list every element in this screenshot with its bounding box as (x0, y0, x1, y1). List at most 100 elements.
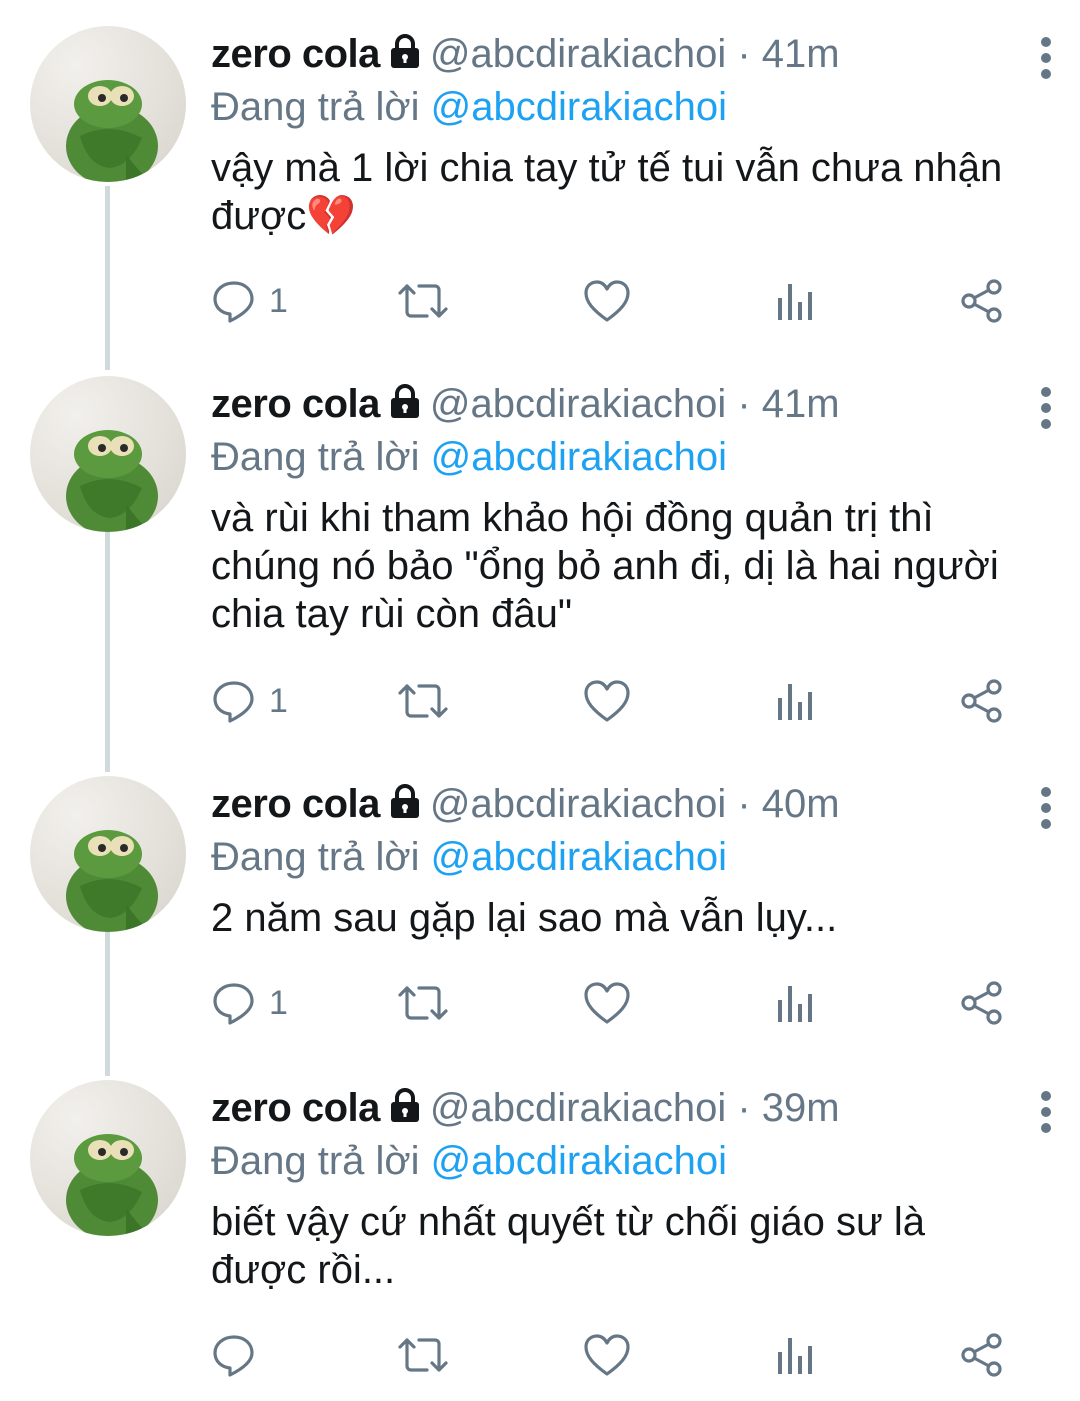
mention-link[interactable]: @abcdirakiachoi (431, 1139, 727, 1183)
kermit-avatar-image (66, 1134, 158, 1236)
share-button[interactable] (959, 276, 1005, 326)
reply-count: 1 (269, 983, 288, 1022)
reply-count: 1 (269, 681, 288, 720)
share-icon (961, 1333, 1002, 1377)
replying-to: Đang trả lời @abcdirakiachoi (211, 1136, 1041, 1186)
tweet-text-line: được rồi... (211, 1248, 396, 1292)
retweet-button[interactable] (397, 276, 449, 326)
more-vertical-icon[interactable] (1026, 34, 1066, 82)
avatar[interactable] (30, 1080, 186, 1236)
retweet-icon (398, 284, 448, 318)
kermit-avatar-image (66, 430, 158, 532)
thread-line (105, 186, 110, 370)
reply-button[interactable]: 1 (211, 676, 288, 726)
thread-line (105, 532, 110, 772)
retweet-icon (398, 684, 448, 718)
share-icon (961, 981, 1002, 1025)
tweet-header: zero cola @abcdirakiachoi · 41m (211, 26, 1041, 82)
like-button[interactable] (583, 676, 631, 726)
tweet-text: và rùi khi tham khảo hội đồng quản trị t… (211, 494, 1041, 638)
timestamp[interactable]: 39m (762, 1086, 840, 1130)
replying-to: Đang trả lời @abcdirakiachoi (211, 82, 1041, 132)
user-handle[interactable]: @abcdirakiachoi (430, 782, 726, 826)
kermit-avatar-image (66, 830, 158, 932)
share-button[interactable] (959, 978, 1005, 1028)
user-handle[interactable]: @abcdirakiachoi (430, 382, 726, 426)
tweet-text-line: và rùi khi tham khảo hội đồng quản trị t… (211, 496, 934, 540)
reply-icon (213, 983, 254, 1025)
tweet-text-line: chúng nó bảo "ổng bỏ anh đi, dị là hai n… (211, 544, 999, 588)
analytics-button[interactable] (775, 676, 815, 726)
replying-prefix: Đang trả lời (211, 435, 420, 479)
retweet-button[interactable] (397, 676, 449, 726)
tweet-actions (211, 1330, 1031, 1380)
mention-link[interactable]: @abcdirakiachoi (431, 85, 727, 129)
replying-prefix: Đang trả lời (211, 1139, 420, 1183)
lock-icon (386, 1084, 424, 1140)
tweet-text-line: chia tay rùi còn đâu" (211, 592, 573, 636)
tweet-header: zero cola @abcdirakiachoi · 39m (211, 1080, 1041, 1136)
tweet-text-line: được💔 (211, 194, 357, 238)
retweet-button[interactable] (397, 1330, 449, 1380)
reply-button[interactable] (211, 1330, 269, 1380)
heart-icon (584, 280, 630, 322)
tweet-actions: 1 (211, 978, 1031, 1028)
avatar[interactable] (30, 376, 186, 532)
analytics-button[interactable] (775, 276, 815, 326)
replying-to: Đang trả lời @abcdirakiachoi (211, 432, 1041, 482)
analytics-icon (778, 1338, 812, 1374)
display-name[interactable]: zero cola (211, 782, 380, 826)
analytics-button[interactable] (775, 978, 815, 1028)
separator-dot: · (737, 382, 751, 426)
analytics-button[interactable] (775, 1330, 815, 1380)
retweet-icon (398, 986, 448, 1020)
avatar[interactable] (30, 26, 186, 182)
retweet-icon (398, 1338, 448, 1372)
thread-line (105, 932, 110, 1076)
like-button[interactable] (583, 276, 631, 326)
lock-icon (386, 380, 424, 436)
reply-button[interactable]: 1 (211, 978, 288, 1028)
user-handle[interactable]: @abcdirakiachoi (430, 1086, 726, 1130)
replying-to: Đang trả lời @abcdirakiachoi (211, 832, 1041, 882)
reply-icon (213, 681, 254, 723)
display-name[interactable]: zero cola (211, 32, 380, 76)
tweet-text-line: vậy mà 1 lời chia tay tử tế tui vẫn chưa… (211, 146, 1003, 190)
tweet-text: biết vậy cứ nhất quyết từ chối giáo sư l… (211, 1198, 1041, 1294)
more-vertical-icon[interactable] (1026, 1088, 1066, 1136)
reply-button[interactable]: 1 (211, 276, 288, 326)
mention-link[interactable]: @abcdirakiachoi (431, 835, 727, 879)
share-icon (961, 279, 1002, 323)
reply-icon (213, 1335, 254, 1377)
display-name[interactable]: zero cola (211, 382, 380, 426)
retweet-button[interactable] (397, 978, 449, 1028)
timestamp[interactable]: 41m (762, 32, 840, 76)
timestamp[interactable]: 40m (762, 782, 840, 826)
share-icon (961, 679, 1002, 723)
kermit-avatar-image (66, 80, 158, 182)
lock-icon (386, 780, 424, 836)
display-name[interactable]: zero cola (211, 1086, 380, 1130)
tweet-actions: 1 (211, 676, 1031, 726)
share-button[interactable] (959, 676, 1005, 726)
analytics-icon (778, 684, 812, 720)
replying-prefix: Đang trả lời (211, 835, 420, 879)
tweet-actions: 1 (211, 276, 1031, 326)
separator-dot: · (737, 782, 751, 826)
user-handle[interactable]: @abcdirakiachoi (430, 32, 726, 76)
like-button[interactable] (583, 978, 631, 1028)
timestamp[interactable]: 41m (762, 382, 840, 426)
separator-dot: · (737, 32, 751, 76)
more-vertical-icon[interactable] (1026, 384, 1066, 432)
like-button[interactable] (583, 1330, 631, 1380)
heart-icon (584, 982, 630, 1024)
tweet-text-line: 2 năm sau gặp lại sao mà vẫn lụy... (211, 896, 838, 940)
mention-link[interactable]: @abcdirakiachoi (431, 435, 727, 479)
more-vertical-icon[interactable] (1026, 784, 1066, 832)
tweet-text: 2 năm sau gặp lại sao mà vẫn lụy... (211, 894, 1041, 942)
avatar[interactable] (30, 776, 186, 932)
tweet-text: vậy mà 1 lời chia tay tử tế tui vẫn chưa… (211, 144, 1041, 240)
tweet-header: zero cola @abcdirakiachoi · 40m (211, 776, 1041, 832)
analytics-icon (778, 986, 812, 1022)
share-button[interactable] (959, 1330, 1005, 1380)
